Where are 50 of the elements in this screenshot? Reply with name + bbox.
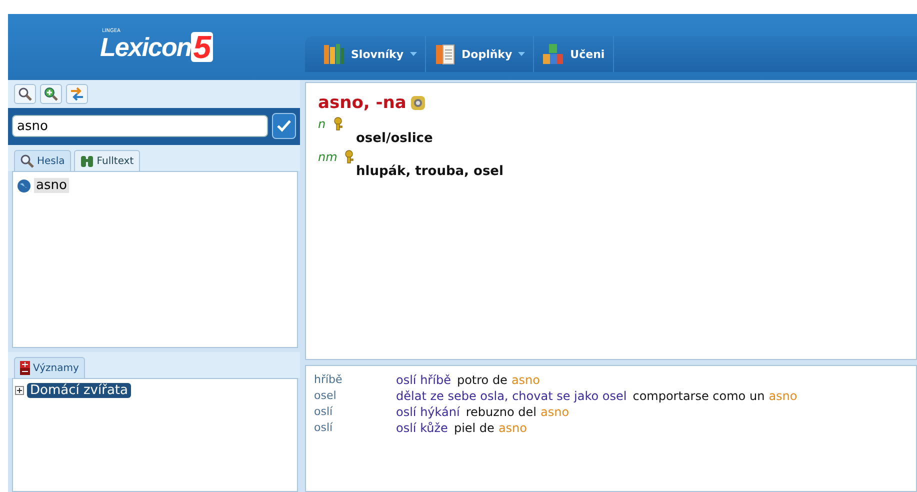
zoom-button[interactable]	[40, 84, 62, 104]
search-icon	[20, 154, 34, 168]
key-icon	[332, 117, 344, 131]
books-icon	[323, 43, 345, 65]
zoom-in-icon	[44, 87, 58, 101]
version-number: 5	[191, 32, 214, 62]
example-keyword: oslí	[314, 420, 334, 436]
example-keyword: oslí	[314, 404, 334, 420]
menu-button[interactable]: Doplňky	[426, 36, 534, 72]
swap-button[interactable]	[66, 84, 88, 104]
example-translation: rebuzno del	[466, 404, 536, 420]
example-translation: comportarse como un	[632, 388, 765, 404]
globe-icon	[17, 178, 31, 192]
tab[interactable]: Fulltext	[74, 150, 140, 171]
example-translation: piel de	[454, 420, 494, 436]
key-icon	[343, 150, 356, 164]
headword: asno, -na	[318, 93, 406, 113]
blocks-icon	[542, 43, 564, 65]
example-phrase[interactable]: oslí hříbě	[396, 372, 451, 388]
menu-button[interactable]: Učeni	[534, 36, 614, 72]
confirm-button[interactable]	[272, 113, 296, 139]
highlighted-word: asno	[540, 404, 570, 420]
checkmark-icon	[277, 120, 291, 132]
example-translation: potro de	[456, 372, 508, 388]
example-phrase[interactable]: dělat ze sebe osla, chovat se jako osel	[396, 388, 627, 404]
search-icon	[18, 87, 32, 101]
swap-arrows-icon	[70, 87, 84, 101]
notebook-icon	[434, 43, 456, 65]
example-keyword: hříbě	[314, 372, 344, 388]
tab[interactable]: Hesla	[14, 150, 71, 171]
logo-text: Lexicon	[100, 32, 192, 62]
speaker-icon	[410, 95, 426, 111]
expand-icon[interactable]	[15, 386, 24, 395]
part-of-speech: n	[318, 117, 326, 131]
search-button[interactable]	[14, 84, 36, 104]
translation: hlupák, trouba, osel	[356, 164, 504, 179]
menu-button[interactable]: Slovníky	[315, 36, 426, 72]
example-keyword: osel	[314, 388, 338, 404]
search-field[interactable]: asno	[12, 115, 268, 137]
example-phrase[interactable]: oslí hýkání	[396, 404, 460, 420]
translation: osel/oslice	[356, 131, 434, 146]
example-phrase[interactable]: oslí kůže	[396, 420, 448, 436]
result-item[interactable]: asno	[34, 178, 69, 193]
tab[interactable]: Významy	[14, 357, 85, 378]
tree-item[interactable]: Domácí zvířata	[27, 383, 131, 398]
highlighted-word: asno	[511, 372, 540, 388]
plus-minus-icon	[20, 361, 30, 375]
highlighted-word: asno	[498, 420, 527, 436]
part-of-speech: nm	[318, 150, 338, 164]
highlighted-word: asno	[768, 388, 798, 404]
